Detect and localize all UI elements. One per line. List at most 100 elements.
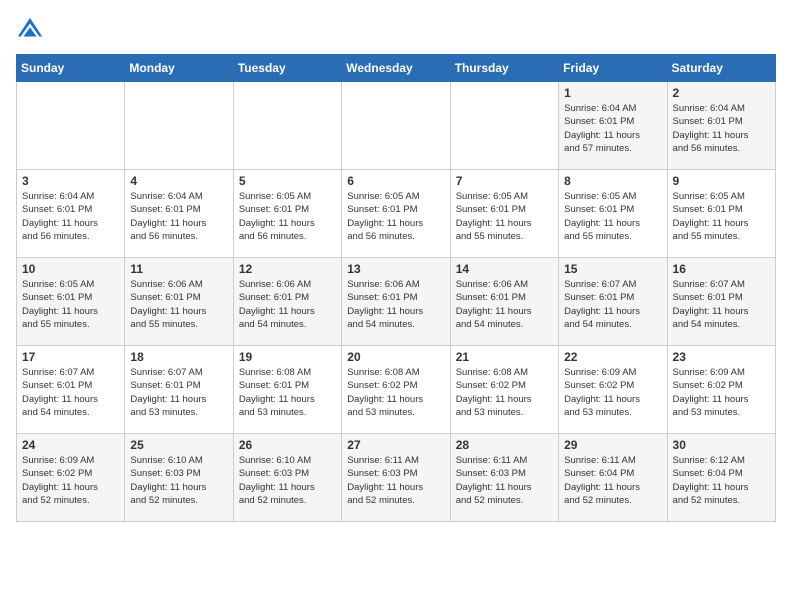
day-info: Sunrise: 6:08 AMSunset: 6:02 PMDaylight:… <box>347 366 444 419</box>
calendar-week-row: 3 Sunrise: 6:04 AMSunset: 6:01 PMDaylight… <box>17 170 776 258</box>
day-info: Sunrise: 6:10 AMSunset: 6:03 PMDaylight:… <box>130 454 227 507</box>
day-info: Sunrise: 6:09 AMSunset: 6:02 PMDaylight:… <box>22 454 119 507</box>
day-number: 12 <box>239 262 336 276</box>
calendar-cell <box>233 82 341 170</box>
day-info: Sunrise: 6:05 AMSunset: 6:01 PMDaylight:… <box>673 190 770 243</box>
day-info: Sunrise: 6:04 AMSunset: 6:01 PMDaylight:… <box>22 190 119 243</box>
day-number: 9 <box>673 174 770 188</box>
calendar-cell: 30 Sunrise: 6:12 AMSunset: 6:04 PMDayligh… <box>667 434 775 522</box>
day-number: 2 <box>673 86 770 100</box>
day-info: Sunrise: 6:12 AMSunset: 6:04 PMDaylight:… <box>673 454 770 507</box>
day-info: Sunrise: 6:10 AMSunset: 6:03 PMDaylight:… <box>239 454 336 507</box>
logo <box>16 16 48 44</box>
calendar-cell: 19Sunrise: 6:08 AMSunset: 6:01 PMDayligh… <box>233 346 341 434</box>
calendar-cell: 16 Sunrise: 6:07 AMSunset: 6:01 PMDayligh… <box>667 258 775 346</box>
calendar-cell: 13Sunrise: 6:06 AMSunset: 6:01 PMDayligh… <box>342 258 450 346</box>
day-number: 3 <box>22 174 119 188</box>
calendar-cell: 15 Sunrise: 6:07 AMSunset: 6:01 PMDayligh… <box>559 258 667 346</box>
weekday-header-sunday: Sunday <box>17 55 125 82</box>
day-info: Sunrise: 6:06 AMSunset: 6:01 PMDaylight:… <box>239 278 336 331</box>
day-info: Sunrise: 6:07 AMSunset: 6:01 PMDaylight:… <box>22 366 119 419</box>
day-info: Sunrise: 6:11 AMSunset: 6:03 PMDaylight:… <box>456 454 553 507</box>
day-number: 13 <box>347 262 444 276</box>
day-number: 26 <box>239 438 336 452</box>
weekday-header-saturday: Saturday <box>667 55 775 82</box>
day-number: 6 <box>347 174 444 188</box>
calendar-cell: 3 Sunrise: 6:04 AMSunset: 6:01 PMDaylight… <box>17 170 125 258</box>
day-number: 21 <box>456 350 553 364</box>
calendar-cell: 14 Sunrise: 6:06 AMSunset: 6:01 PMDayligh… <box>450 258 558 346</box>
calendar-cell <box>342 82 450 170</box>
calendar-cell: 5Sunrise: 6:05 AMSunset: 6:01 PMDaylight… <box>233 170 341 258</box>
day-info: Sunrise: 6:05 AMSunset: 6:01 PMDaylight:… <box>456 190 553 243</box>
day-info: Sunrise: 6:06 AMSunset: 6:01 PMDaylight:… <box>130 278 227 331</box>
day-number: 24 <box>22 438 119 452</box>
calendar-week-row: 1 Sunrise: 6:04 AMSunset: 6:01 PMDaylight… <box>17 82 776 170</box>
calendar-cell <box>125 82 233 170</box>
day-number: 23 <box>673 350 770 364</box>
calendar-cell: 8 Sunrise: 6:05 AMSunset: 6:01 PMDaylight… <box>559 170 667 258</box>
day-number: 8 <box>564 174 661 188</box>
calendar-cell: 28 Sunrise: 6:11 AMSunset: 6:03 PMDayligh… <box>450 434 558 522</box>
calendar-cell: 22 Sunrise: 6:09 AMSunset: 6:02 PMDayligh… <box>559 346 667 434</box>
calendar-cell <box>450 82 558 170</box>
weekday-header-tuesday: Tuesday <box>233 55 341 82</box>
day-number: 16 <box>673 262 770 276</box>
calendar-cell: 29 Sunrise: 6:11 AMSunset: 6:04 PMDayligh… <box>559 434 667 522</box>
day-number: 22 <box>564 350 661 364</box>
day-info: Sunrise: 6:08 AMSunset: 6:02 PMDaylight:… <box>456 366 553 419</box>
day-number: 4 <box>130 174 227 188</box>
day-number: 30 <box>673 438 770 452</box>
day-number: 1 <box>564 86 661 100</box>
calendar-cell: 17 Sunrise: 6:07 AMSunset: 6:01 PMDayligh… <box>17 346 125 434</box>
day-info: Sunrise: 6:04 AMSunset: 6:01 PMDaylight:… <box>564 102 661 155</box>
calendar-cell: 1 Sunrise: 6:04 AMSunset: 6:01 PMDaylight… <box>559 82 667 170</box>
day-number: 10 <box>22 262 119 276</box>
day-info: Sunrise: 6:11 AMSunset: 6:03 PMDaylight:… <box>347 454 444 507</box>
calendar-cell: 20 Sunrise: 6:08 AMSunset: 6:02 PMDayligh… <box>342 346 450 434</box>
day-number: 5 <box>239 174 336 188</box>
day-info: Sunrise: 6:09 AMSunset: 6:02 PMDaylight:… <box>564 366 661 419</box>
day-number: 20 <box>347 350 444 364</box>
day-info: Sunrise: 6:05 AMSunset: 6:01 PMDaylight:… <box>22 278 119 331</box>
day-number: 25 <box>130 438 227 452</box>
calendar-cell: 11 Sunrise: 6:06 AMSunset: 6:01 PMDayligh… <box>125 258 233 346</box>
calendar-week-row: 17 Sunrise: 6:07 AMSunset: 6:01 PMDayligh… <box>17 346 776 434</box>
calendar-cell: 27 Sunrise: 6:11 AMSunset: 6:03 PMDayligh… <box>342 434 450 522</box>
calendar-cell: 2 Sunrise: 6:04 AMSunset: 6:01 PMDaylight… <box>667 82 775 170</box>
day-number: 28 <box>456 438 553 452</box>
weekday-header-row: SundayMondayTuesdayWednesdayThursdayFrid… <box>17 55 776 82</box>
page-header <box>16 16 776 44</box>
day-number: 18 <box>130 350 227 364</box>
day-number: 15 <box>564 262 661 276</box>
day-info: Sunrise: 6:05 AMSunset: 6:01 PMDaylight:… <box>564 190 661 243</box>
day-number: 14 <box>456 262 553 276</box>
calendar-cell: 9 Sunrise: 6:05 AMSunset: 6:01 PMDaylight… <box>667 170 775 258</box>
calendar-cell: 12 Sunrise: 6:06 AMSunset: 6:01 PMDayligh… <box>233 258 341 346</box>
day-number: 7 <box>456 174 553 188</box>
day-number: 27 <box>347 438 444 452</box>
day-info: Sunrise: 6:05 AMSunset: 6:01 PMDaylight:… <box>347 190 444 243</box>
calendar-cell: 6 Sunrise: 6:05 AMSunset: 6:01 PMDaylight… <box>342 170 450 258</box>
day-info: Sunrise: 6:06 AMSunset: 6:01 PMDaylight:… <box>456 278 553 331</box>
day-number: 17 <box>22 350 119 364</box>
calendar-week-row: 10 Sunrise: 6:05 AMSunset: 6:01 PMDayligh… <box>17 258 776 346</box>
calendar-cell: 4Sunrise: 6:04 AMSunset: 6:01 PMDaylight… <box>125 170 233 258</box>
day-number: 29 <box>564 438 661 452</box>
calendar-cell: 21 Sunrise: 6:08 AMSunset: 6:02 PMDayligh… <box>450 346 558 434</box>
day-info: Sunrise: 6:11 AMSunset: 6:04 PMDaylight:… <box>564 454 661 507</box>
weekday-header-wednesday: Wednesday <box>342 55 450 82</box>
calendar-cell: 18 Sunrise: 6:07 AMSunset: 6:01 PMDayligh… <box>125 346 233 434</box>
logo-icon <box>16 16 44 44</box>
calendar-cell: 24 Sunrise: 6:09 AMSunset: 6:02 PMDayligh… <box>17 434 125 522</box>
calendar-cell: 10 Sunrise: 6:05 AMSunset: 6:01 PMDayligh… <box>17 258 125 346</box>
day-info: Sunrise: 6:07 AMSunset: 6:01 PMDaylight:… <box>130 366 227 419</box>
day-info: Sunrise: 6:07 AMSunset: 6:01 PMDaylight:… <box>673 278 770 331</box>
day-info: Sunrise: 6:04 AMSunset: 6:01 PMDaylight:… <box>673 102 770 155</box>
calendar-cell: 25 Sunrise: 6:10 AMSunset: 6:03 PMDayligh… <box>125 434 233 522</box>
day-number: 11 <box>130 262 227 276</box>
calendar-cell: 26 Sunrise: 6:10 AMSunset: 6:03 PMDayligh… <box>233 434 341 522</box>
day-info: Sunrise: 6:07 AMSunset: 6:01 PMDaylight:… <box>564 278 661 331</box>
calendar-cell: 23Sunrise: 6:09 AMSunset: 6:02 PMDayligh… <box>667 346 775 434</box>
day-info: Sunrise: 6:08 AMSunset: 6:01 PMDaylight:… <box>239 366 336 419</box>
